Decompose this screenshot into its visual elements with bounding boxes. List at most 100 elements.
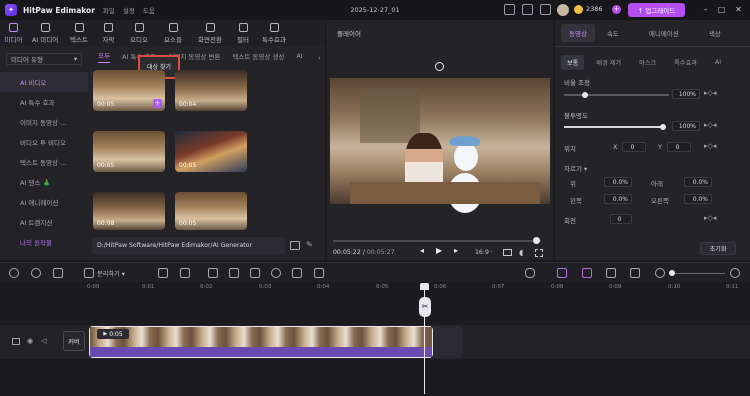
split-icon[interactable]	[84, 268, 94, 278]
scissors-icon[interactable]: ✂	[419, 297, 431, 317]
rotate-handle-icon[interactable]	[435, 62, 444, 71]
opacity-knob[interactable]	[660, 124, 666, 130]
zoom-knob[interactable]	[669, 270, 675, 276]
gift-icon[interactable]	[522, 4, 533, 15]
sidebar-item-my-creations[interactable]: 나의 원작물	[0, 232, 88, 252]
redo-icon[interactable]	[31, 268, 41, 278]
video-preview[interactable]	[330, 78, 550, 213]
visibility-icon[interactable]: ◉	[27, 337, 33, 345]
zoom-out-icon[interactable]	[655, 268, 665, 278]
sidebar-item-video-to-video[interactable]: 비디오 투 비디오	[0, 132, 88, 152]
snap-icon[interactable]	[606, 268, 616, 278]
subtab-ai[interactable]: AI	[709, 56, 727, 69]
reset-button[interactable]: 초기화	[700, 242, 736, 255]
fullscreen-icon[interactable]	[535, 249, 543, 257]
close-icon[interactable]: ✕	[733, 4, 744, 15]
ai-tool-icon[interactable]	[314, 268, 324, 278]
add-credits-icon[interactable]: +	[612, 5, 621, 14]
delete-icon[interactable]	[53, 268, 63, 278]
snapshot-icon[interactable]	[503, 249, 512, 256]
maximize-icon[interactable]: □	[716, 4, 727, 15]
tab-transitions[interactable]: 화면전환	[190, 20, 230, 46]
subtab-effects[interactable]: 특수효과	[668, 55, 703, 70]
reverse-icon[interactable]	[271, 268, 281, 278]
play-icon[interactable]: ▶	[436, 246, 442, 255]
pos-x-field[interactable]: 0	[622, 142, 646, 152]
minimize-icon[interactable]: –	[700, 4, 711, 15]
seek-knob[interactable]	[533, 237, 540, 244]
chat-icon[interactable]	[504, 4, 515, 15]
media-type-dropdown[interactable]: 미디어 유형 ▾	[6, 53, 82, 65]
timeline-ruler[interactable]: 0:00 0:01 0:02 0:03 0:04 0:05 0:06 0:07 …	[60, 282, 750, 294]
next-frame-icon[interactable]: ▸	[454, 246, 458, 255]
sidebar-item-ai-video[interactable]: AI 비디오	[0, 72, 88, 92]
undo-icon[interactable]	[9, 268, 19, 278]
upgrade-button[interactable]: ↑ 업그레이드	[628, 3, 685, 17]
edit-icon[interactable]: ✎	[306, 240, 313, 249]
media-thumb[interactable]: 00:04	[175, 70, 247, 111]
scale-knob[interactable]	[582, 92, 588, 98]
freeze-icon[interactable]	[208, 268, 218, 278]
crop-bottom-field[interactable]: 0.0%	[684, 177, 712, 187]
subtab-mask[interactable]: 마스크	[633, 55, 662, 70]
keyframe-icon[interactable]: ▸◇◂	[704, 142, 716, 150]
seek-track[interactable]	[333, 240, 541, 242]
link-icon[interactable]	[557, 268, 567, 278]
crop-label[interactable]: 자르기 ▾	[564, 163, 587, 173]
scale-field[interactable]: 100%	[672, 89, 700, 99]
scale-slider[interactable]	[564, 94, 669, 96]
mute-icon[interactable]: ◁	[41, 337, 46, 345]
keyframe-icon[interactable]: ▸◇◂	[704, 89, 716, 97]
opacity-slider[interactable]	[564, 126, 664, 128]
menu-settings[interactable]: 설정	[123, 5, 135, 15]
tab-text[interactable]: 텍스트	[63, 20, 95, 46]
tab-ai-more[interactable]: AI	[296, 52, 302, 60]
crop-top-field[interactable]: 0.0%	[604, 177, 632, 187]
tab-video[interactable]: 동영상	[561, 24, 595, 42]
tab-media[interactable]: 미디어	[0, 20, 27, 46]
tab-effects[interactable]: 특수효과	[256, 20, 292, 46]
sidebar-item-ai-effects[interactable]: AI 특수 효과	[0, 92, 88, 112]
tab-speed[interactable]: 속도	[599, 24, 627, 42]
media-thumb[interactable]: 00:05	[175, 131, 247, 172]
zoom-in-icon[interactable]	[730, 268, 740, 278]
keyframe-icon[interactable]: ▸◇◂	[704, 214, 716, 222]
crop-right-field[interactable]: 0.0%	[684, 194, 712, 204]
aspect-ratio-select[interactable]: 16:9 ·	[475, 249, 493, 256]
subtab-remove-bg[interactable]: 배경 제거	[590, 55, 627, 70]
tab-audio[interactable]: 오디오	[122, 20, 156, 46]
caption-icon[interactable]	[180, 268, 190, 278]
tab-color[interactable]: 색상	[701, 24, 729, 42]
avatar[interactable]	[557, 4, 569, 16]
tab-animation[interactable]: 애니메이션	[641, 24, 687, 42]
mirror-icon[interactable]	[292, 268, 302, 278]
sidebar-item-image-to-video[interactable]: 이미지 동영상 ...	[0, 112, 88, 132]
tab-filters[interactable]: 필터	[230, 20, 256, 46]
subtab-basic[interactable]: 보통	[561, 54, 585, 70]
tab-ai-media[interactable]: AI 미디어	[27, 20, 63, 46]
pos-y-field[interactable]: 0	[667, 142, 691, 152]
speed-icon[interactable]	[250, 268, 260, 278]
menu-help[interactable]: 도움	[143, 5, 155, 15]
output-path-field[interactable]: D:/HitPaw Software/HitPaw Edimakor/AI Ge…	[92, 237, 285, 254]
keyframe-icon[interactable]: ▸◇◂	[704, 121, 716, 129]
tab-elements[interactable]: 요소들	[156, 20, 190, 46]
layout-icon[interactable]	[540, 4, 551, 15]
zoom-slider[interactable]	[670, 273, 725, 274]
sidebar-item-ai-transition[interactable]: AI 트랜지션	[0, 212, 88, 232]
magnet-icon[interactable]	[582, 268, 592, 278]
sidebar-item-text-to-video[interactable]: 텍스트 동영상 ...	[0, 152, 88, 172]
prev-frame-icon[interactable]: ◂	[420, 246, 424, 255]
tab-subtitles[interactable]: 자막	[95, 20, 122, 46]
sidebar-item-ai-animation[interactable]: AI 애니메이션	[0, 192, 88, 212]
shield-icon[interactable]	[158, 268, 168, 278]
media-thumb[interactable]: 00:05	[175, 192, 247, 230]
microphone-icon[interactable]	[525, 268, 535, 278]
media-thumb[interactable]: 00:05 +	[93, 70, 165, 111]
folder-icon[interactable]	[290, 241, 300, 250]
tab-text-to-video[interactable]: 텍스트 동영상 생성	[232, 51, 284, 61]
media-thumb[interactable]: 00:05	[93, 131, 165, 172]
tabs-scroll-right-icon[interactable]: ›	[318, 54, 321, 62]
crop-left-field[interactable]: 0.0%	[604, 194, 632, 204]
fit-icon[interactable]	[630, 268, 640, 278]
